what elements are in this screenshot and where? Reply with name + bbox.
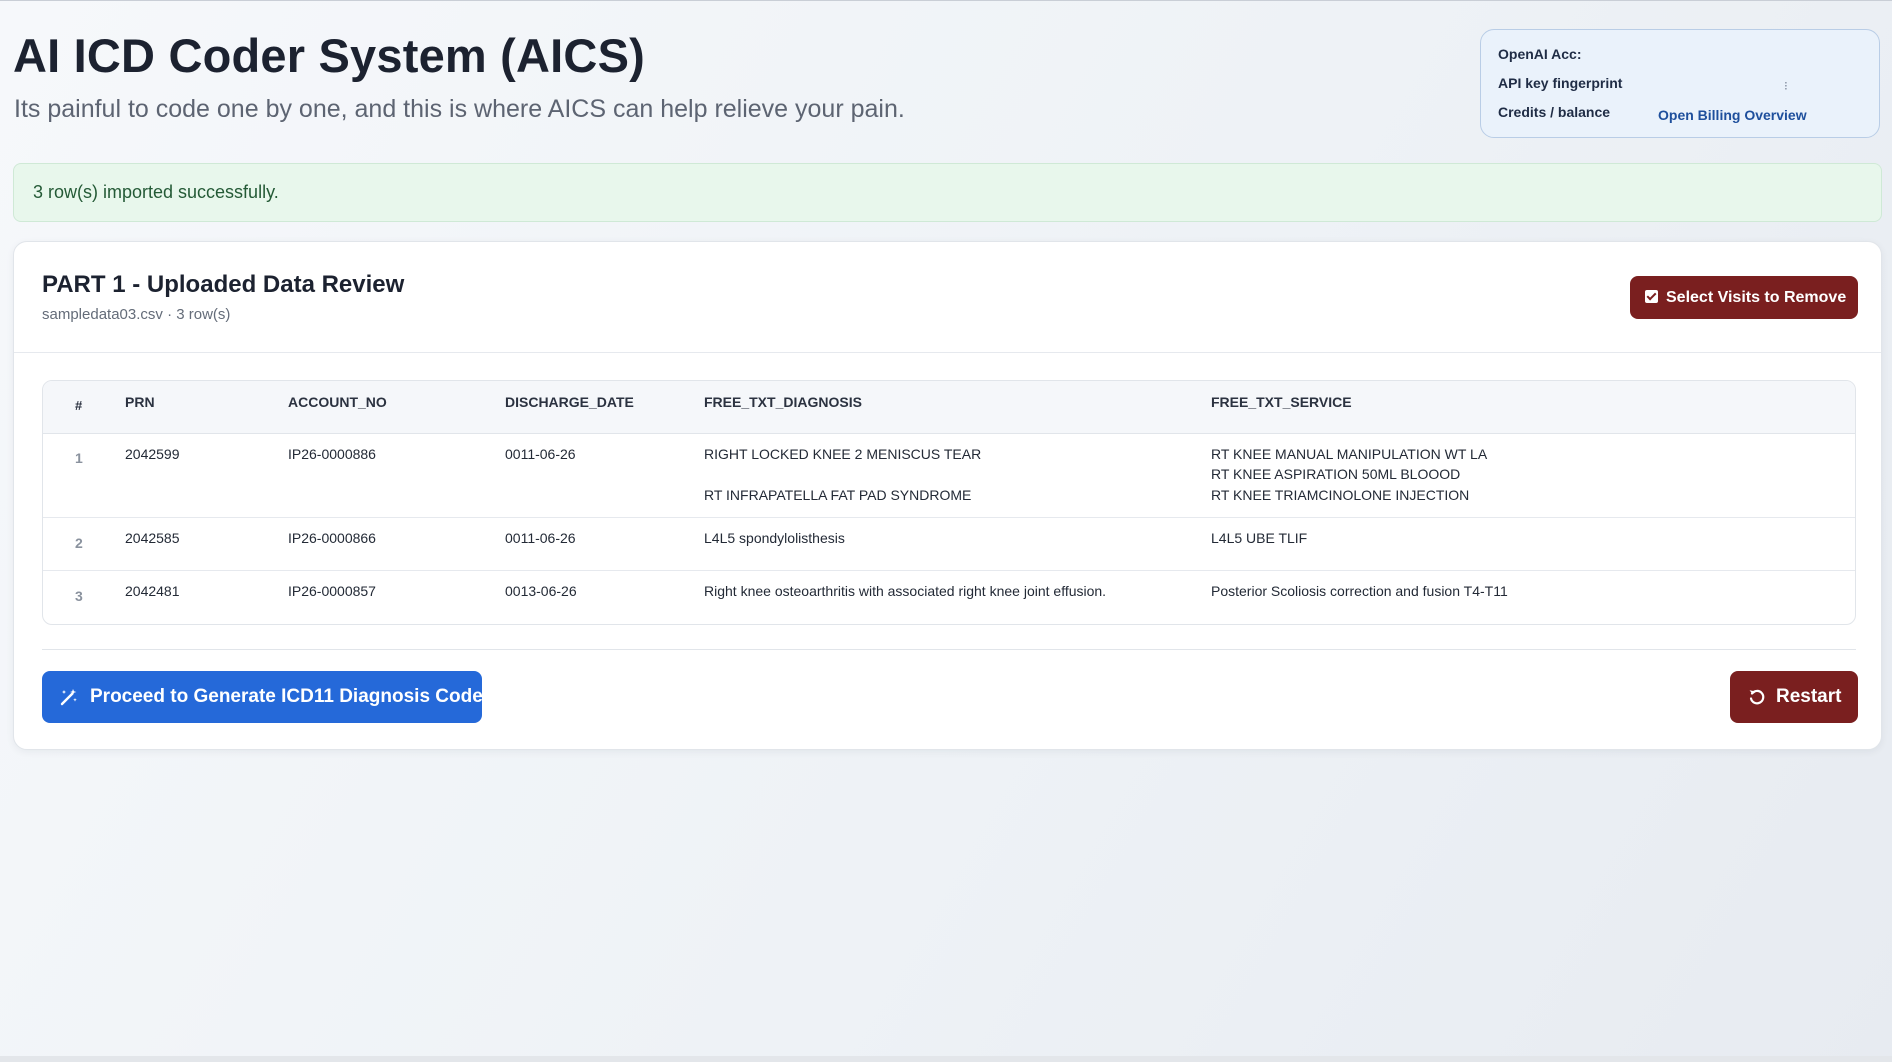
column-header-free-txt-service: FREE_TXT_SERVICE [1211, 394, 1352, 410]
file-meta: sampledata03.csv · 3 row(s) [42, 306, 231, 323]
api-key-fingerprint-row: API key fingerprint [1498, 75, 1622, 91]
diagnosis-line: RIGHT LOCKED KNEE 2 MENISCUS TEAR [704, 446, 982, 462]
undo-icon [1749, 689, 1765, 705]
select-visits-to-remove-label: Select Visits to Remove [1666, 288, 1847, 306]
service-line: L4L5 UBE TLIF [1211, 530, 1308, 546]
diagnosis-line: L4L5 spondylolisthesis [704, 530, 845, 546]
generate-icd11-codes-button[interactable]: Proceed to Generate ICD11 Diagnosis Code… [42, 671, 493, 723]
uploaded-data-table: # PRN ACCOUNT_NO DISCHARGE_DATE FREE_TXT… [42, 380, 1856, 625]
account-no-cell: IP26-0000886 [288, 446, 376, 462]
column-header-free-txt-diagnosis: FREE_TXT_DIAGNOSIS [704, 394, 862, 410]
diagnosis-line: Right knee osteoarthritis with associate… [704, 583, 1107, 599]
table-header-row: # PRN ACCOUNT_NO DISCHARGE_DATE FREE_TXT… [43, 381, 1855, 434]
window-top-border [0, 0, 1892, 1]
discharge-date-cell: 0011-06-26 [505, 446, 576, 462]
generate-icd11-codes-label: Proceed to Generate ICD11 Diagnosis Code… [90, 686, 494, 707]
prn-cell: 2042481 [125, 583, 180, 599]
app-title: AI ICD Coder System (AICS) [13, 29, 645, 82]
open-billing-overview-link[interactable]: Open Billing Overview [1658, 107, 1807, 123]
row-number: 2 [75, 535, 83, 551]
column-header-number: # [75, 398, 83, 413]
fingerprint-truncation-mark: ⁝ [1784, 79, 1788, 93]
service-line: Posterior Scoliosis correction and fusio… [1211, 583, 1508, 599]
openai-account-label: OpenAI Acc: [1498, 46, 1582, 62]
part1-title: PART 1 - Uploaded Data Review [42, 271, 405, 298]
account-no-cell: IP26-0000857 [288, 583, 376, 599]
restart-label: Restart [1776, 686, 1842, 707]
import-success-alert: 3 row(s) imported successfully. [13, 163, 1882, 222]
panel-footer-divider [42, 649, 1856, 650]
column-header-discharge-date: DISCHARGE_DATE [505, 394, 634, 410]
account-info-card: OpenAI Acc: API key fingerprint ⁝ Credit… [1480, 29, 1880, 138]
table-row[interactable]: 1 2042599 IP26-0000886 0011-06-26 RIGHT … [43, 434, 1855, 518]
discharge-date-cell: 0011-06-26 [505, 530, 576, 546]
row-number: 3 [75, 588, 83, 604]
service-line: RT KNEE TRIAMCINOLONE INJECTION [1211, 487, 1470, 503]
column-header-prn: PRN [125, 394, 155, 410]
import-success-message: 3 row(s) imported successfully. [33, 182, 279, 202]
row-number: 1 [75, 450, 83, 466]
openai-account-row: OpenAI Acc: [1498, 46, 1582, 62]
panel-header-divider [14, 352, 1881, 353]
restart-button[interactable]: Restart [1730, 671, 1858, 723]
discharge-date-cell: 0013-06-26 [505, 583, 577, 599]
credits-label: Credits / balance [1498, 104, 1611, 120]
uploaded-data-review-panel: PART 1 - Uploaded Data Review sampledata… [13, 241, 1882, 750]
prn-cell: 2042585 [125, 530, 180, 546]
service-line: RT KNEE ASPIRATION 50ML BLOOOD [1211, 466, 1461, 482]
table-row[interactable]: 3 2042481 IP26-0000857 0013-06-26 Right … [43, 571, 1855, 624]
diagnosis-line: RT INFRAPATELLA FAT PAD SYNDROME [704, 487, 972, 503]
select-visits-to-remove-button[interactable]: Select Visits to Remove [1630, 276, 1858, 319]
credits-row: Credits / balance [1498, 104, 1610, 120]
api-key-fingerprint-label: API key fingerprint [1498, 75, 1623, 91]
service-line: RT KNEE MANUAL MANIPULATION WT LA [1211, 446, 1488, 462]
checkbox-icon [1645, 289, 1658, 303]
prn-cell: 2042599 [125, 446, 180, 462]
window-bottom-border [0, 1056, 1892, 1062]
account-no-cell: IP26-0000866 [288, 530, 376, 546]
app-subtitle: Its painful to code one by one, and this… [14, 95, 905, 123]
column-header-account-no: ACCOUNT_NO [288, 394, 387, 410]
table-row[interactable]: 2 2042585 IP26-0000866 0011-06-26 L4L5 s… [43, 518, 1855, 571]
magic-wand-icon [60, 689, 77, 706]
